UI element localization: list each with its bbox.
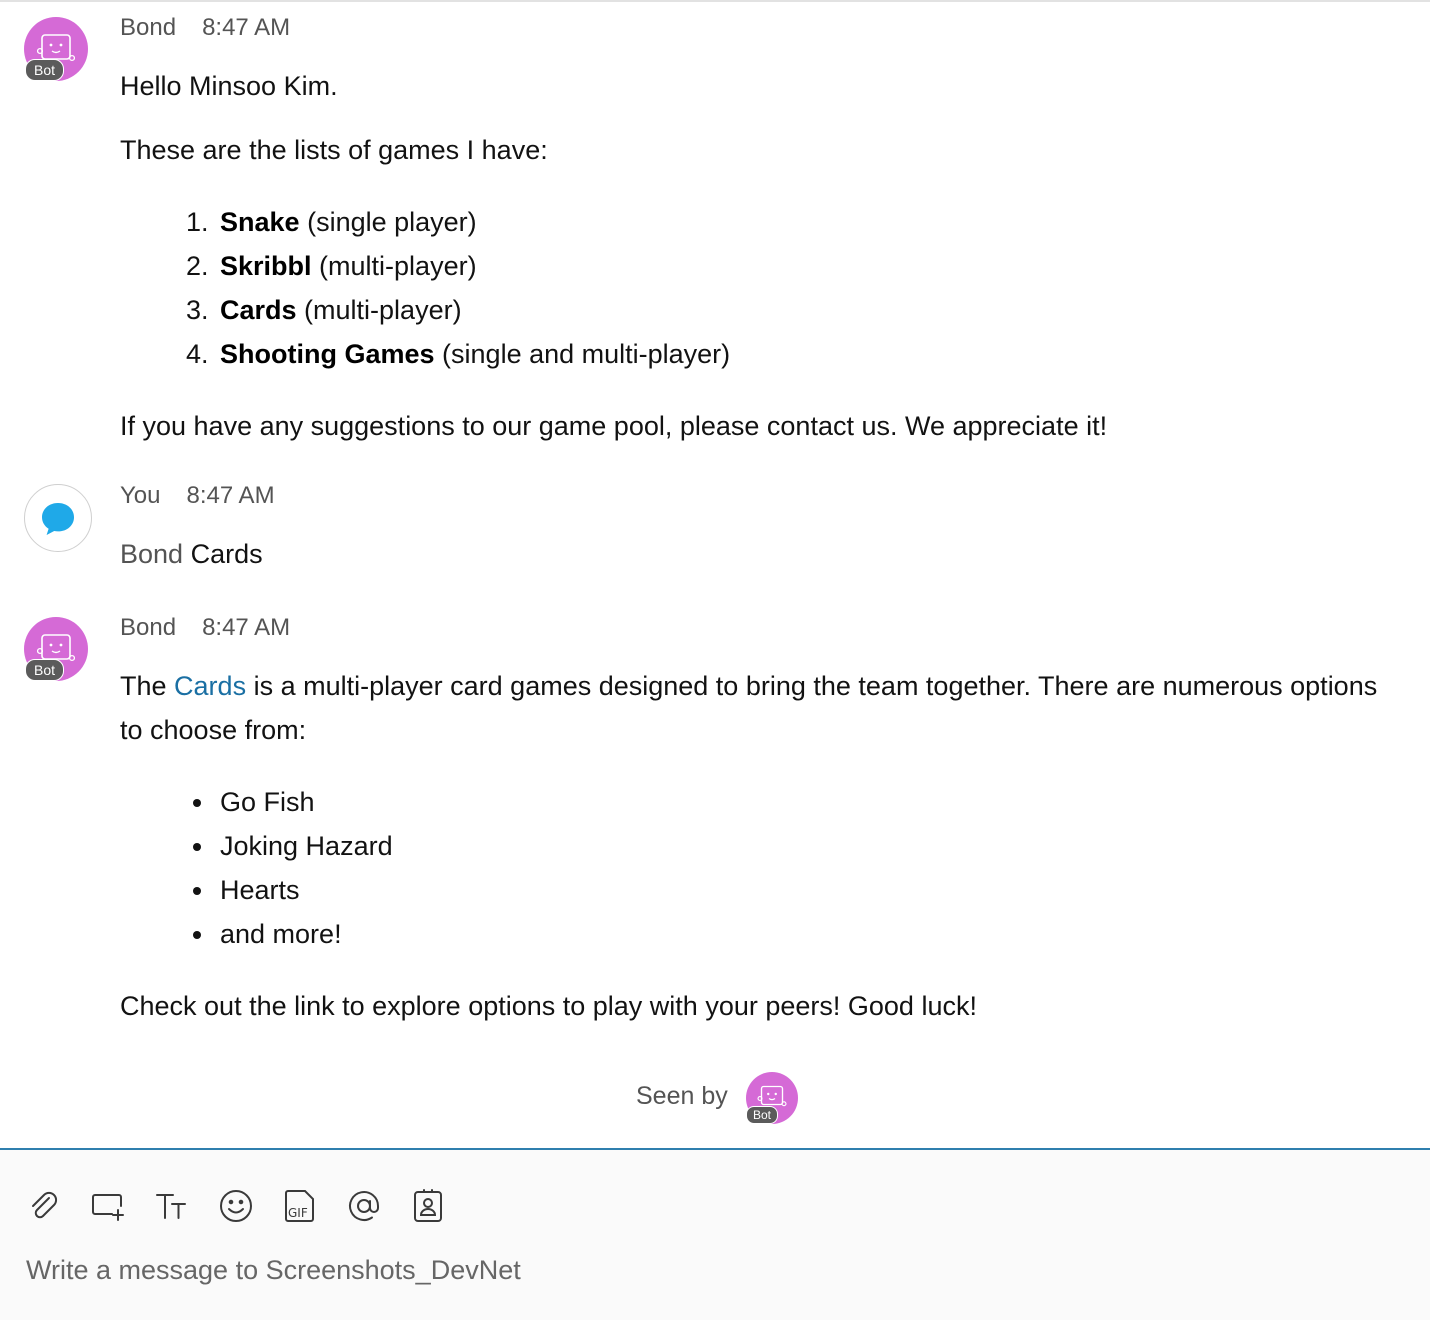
list-item: Joking Hazard bbox=[216, 824, 1390, 868]
intro-text: These are the lists of games I have: bbox=[120, 135, 548, 165]
message-header: Bond 8:47 AM bbox=[120, 14, 290, 42]
list-item: Hearts bbox=[216, 868, 1390, 912]
sender-name[interactable]: Bond bbox=[120, 614, 176, 641]
game-name: Skribbl bbox=[220, 251, 312, 281]
list-item: Cards (multi-player) bbox=[216, 288, 1390, 332]
svg-text:GIF: GIF bbox=[288, 1206, 308, 1220]
game-mode: (multi-player) bbox=[304, 295, 462, 325]
seen-by-bot-badge: Bot bbox=[746, 1106, 779, 1124]
sender-name: You bbox=[120, 482, 161, 509]
cards-link[interactable]: Cards bbox=[174, 671, 246, 701]
list-item: Shooting Games (single and multi-player) bbox=[216, 332, 1390, 376]
chat-window: Bot Bond 8:47 AM Hello Minsoo Kim. These … bbox=[0, 0, 1430, 1320]
message-header: Bond 8:47 AM bbox=[120, 614, 290, 642]
message-body: The Cards is a multi-player card games d… bbox=[120, 664, 1390, 1028]
text-format-icon[interactable] bbox=[152, 1186, 192, 1226]
game-name: Snake bbox=[220, 207, 300, 237]
greeting-text: Hello Minsoo Kim. bbox=[120, 71, 338, 101]
game-mode: (multi-player) bbox=[319, 251, 477, 281]
contact-card-icon[interactable] bbox=[408, 1186, 448, 1226]
bot-badge: Bot bbox=[25, 659, 65, 681]
game-mode: (single and multi-player) bbox=[442, 339, 731, 369]
timestamp: 8:47 AM bbox=[202, 614, 291, 641]
attach-icon[interactable] bbox=[24, 1186, 64, 1226]
seen-by-label: Seen by bbox=[636, 1082, 728, 1110]
list-item: Snake (single player) bbox=[216, 200, 1390, 244]
timestamp: 8:47 AM bbox=[202, 14, 291, 41]
mention-bond[interactable]: Bond bbox=[120, 539, 183, 569]
top-divider bbox=[0, 0, 1430, 2]
message-text: Cards bbox=[190, 539, 263, 569]
message-input[interactable] bbox=[26, 1250, 1406, 1290]
list-item: and more! bbox=[216, 912, 1390, 956]
sender-name[interactable]: Bond bbox=[120, 14, 176, 41]
text-after-link: is a multi-player card games designed to… bbox=[120, 671, 1378, 745]
message-header: You 8:47 AM bbox=[120, 482, 275, 510]
options-list: Go Fish Joking Hazard Hearts and more! bbox=[120, 780, 1390, 956]
outro-text: Check out the link to explore options to… bbox=[120, 991, 977, 1021]
emoji-icon[interactable] bbox=[216, 1186, 256, 1226]
mention-icon[interactable] bbox=[344, 1186, 384, 1226]
text-before-link: The bbox=[120, 671, 167, 701]
share-screen-icon[interactable] bbox=[88, 1186, 128, 1226]
user-avatar[interactable] bbox=[24, 484, 92, 552]
outro-text: If you have any suggestions to our game … bbox=[120, 411, 1108, 441]
bot-badge: Bot bbox=[25, 59, 65, 81]
list-item: Skribbl (multi-player) bbox=[216, 244, 1390, 288]
game-name: Shooting Games bbox=[220, 339, 435, 369]
message-body: Hello Minsoo Kim. These are the lists of… bbox=[120, 64, 1390, 448]
message-body: Bond Cards bbox=[120, 532, 1390, 576]
list-item: Go Fish bbox=[216, 780, 1390, 824]
games-list: Snake (single player) Skribbl (multi-pla… bbox=[120, 200, 1390, 376]
gif-icon[interactable]: GIF bbox=[280, 1186, 320, 1226]
chat-bubble-icon bbox=[42, 503, 74, 535]
timestamp: 8:47 AM bbox=[186, 482, 275, 509]
game-name: Cards bbox=[220, 295, 297, 325]
message-composer: GIF bbox=[0, 1148, 1430, 1320]
game-mode: (single player) bbox=[307, 207, 477, 237]
